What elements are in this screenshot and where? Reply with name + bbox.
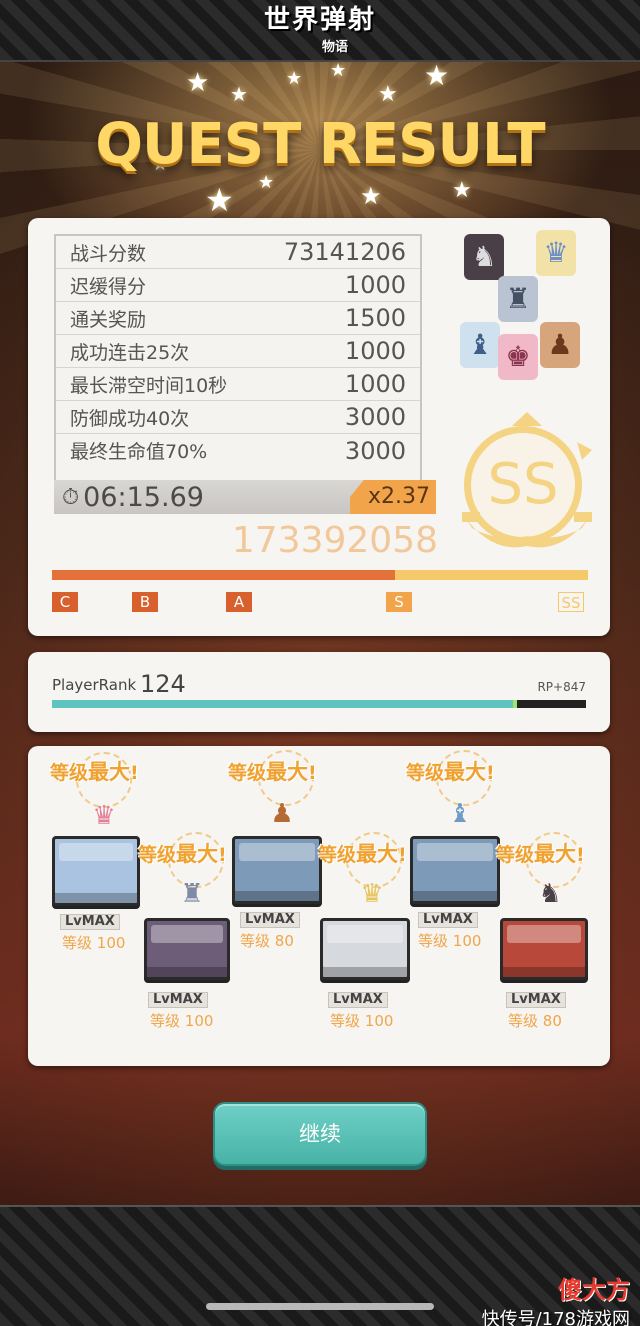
lvmax-tag: LvMAX (60, 914, 120, 930)
rank-mark-a: A (226, 592, 252, 612)
level-max-banner: 等级最大! (318, 842, 407, 866)
stopwatch-icon: ⏱ (62, 484, 80, 510)
rank-grade: SS (487, 452, 559, 517)
result-panel: 战斗分数 73141206 迟缓得分 1000 通关奖励 1500 成功连击25次 10… (28, 218, 610, 636)
character-level-panel: 等级最大! ♛ LvMAX 等级 100 等级最大! ♜ LvMAX 等级 10… (28, 746, 610, 1066)
star-icon: ★ (360, 182, 382, 210)
star-icon: ★ (378, 82, 398, 107)
character-level: 等级 100 (150, 1012, 214, 1030)
rank-mark-ss: SS (558, 592, 584, 612)
player-rank-label: PlayerRank (52, 676, 137, 694)
score-row: 通关奖励 1500 (56, 302, 420, 335)
party-member-portrait: ♝ (460, 322, 500, 368)
rank-gauge-filled (52, 570, 395, 580)
character-level: 等级 100 (330, 1012, 394, 1030)
level-max-banner: 等级最大! (138, 842, 227, 866)
rank-mark-b: B (132, 592, 158, 612)
character-level: 等级 80 (508, 1012, 562, 1030)
lvmax-tag: LvMAX (328, 992, 388, 1008)
rank-exp-fill (52, 700, 517, 708)
character-pedestal (500, 918, 588, 980)
star-icon: ★ (452, 178, 472, 203)
star-icon: ★ (286, 68, 303, 89)
watermark: 傻大方 快传号/178游戏网 (481, 1276, 630, 1326)
score-row: 防御成功40次 3000 (56, 401, 420, 434)
lvmax-tag: LvMAX (240, 912, 300, 928)
lvmax-tag: LvMAX (506, 992, 566, 1008)
character-sprite: ♞ (538, 879, 562, 909)
score-row: 最终生命值70% 3000 (70, 436, 406, 465)
lvmax-tag: LvMAX (148, 992, 208, 1008)
rank-badge: SS (452, 404, 602, 554)
clear-time: 06:15.69 (83, 481, 204, 513)
character-sprite: ♝ (448, 799, 472, 829)
level-max-banner: 等级最大! (496, 842, 585, 866)
score-row: 迟缓得分 1000 (56, 269, 420, 302)
party-member-portrait: ♚ (498, 334, 538, 380)
rank-mark-s: S (386, 592, 412, 612)
score-row: 战斗分数 73141206 (56, 236, 420, 269)
rank-gauge-unfilled (395, 570, 588, 580)
score-row: 最长滞空时间10秒 1000 (56, 368, 420, 401)
continue-button[interactable]: 继续 (213, 1102, 427, 1166)
level-max-banner: 等级最大! (228, 760, 317, 784)
character-level: 等级 100 (418, 932, 482, 950)
game-logo: 世界弹射 物语 (263, 5, 376, 55)
character-pedestal (144, 918, 230, 980)
star-icon: ★ (186, 68, 210, 98)
character-sprite: ♜ (180, 879, 204, 909)
party-member-portrait: ♞ (464, 234, 504, 280)
party-member-portrait: ♜ (498, 276, 538, 322)
character-pedestal (320, 918, 410, 980)
player-rank-panel: PlayerRank 124 RP+847 (28, 652, 610, 732)
character-level: 等级 100 (62, 934, 126, 952)
star-icon: ★ (424, 59, 450, 92)
home-indicator[interactable] (206, 1303, 434, 1310)
star-icon: ★ (230, 82, 248, 106)
character-sprite: ♟ (270, 799, 294, 829)
character-pedestal (410, 836, 500, 904)
character-pedestal (52, 836, 140, 906)
party-member-portrait: ♛ (536, 230, 576, 276)
star-icon: ★ (205, 181, 234, 219)
star-icon: ★ (330, 60, 347, 81)
character-sprite: ♛ (360, 879, 384, 909)
rank-points: RP+847 (537, 680, 586, 694)
player-rank-value: 124 (140, 670, 186, 698)
level-max-banner: 等级最大! (406, 760, 495, 784)
party-member-portrait: ♟ (540, 322, 580, 368)
character-sprite: ♛ (92, 801, 116, 831)
total-score: 173392058 (231, 520, 438, 561)
level-max-banner: 等级最大! (50, 760, 139, 784)
score-row: 成功连击25次 1000 (56, 335, 420, 368)
quest-result-title: QUEST RESULT (95, 112, 545, 177)
score-breakdown-table: 战斗分数 73141206 迟缓得分 1000 通关奖励 1500 成功连击25次 10… (54, 234, 422, 484)
character-pedestal (232, 836, 322, 904)
rank-gauge: C B A S SS (52, 570, 588, 612)
lvmax-tag: LvMAX (418, 912, 478, 928)
time-multiplier: x2.37 (350, 480, 436, 514)
rank-exp-bar (52, 700, 586, 708)
rank-mark-c: C (52, 592, 78, 612)
character-level: 等级 80 (240, 932, 294, 950)
